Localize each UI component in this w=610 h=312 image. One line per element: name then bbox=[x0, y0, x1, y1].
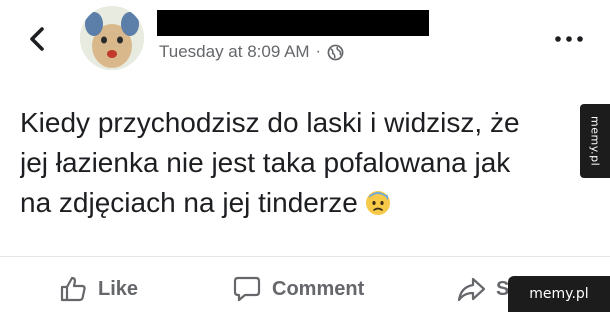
watermark-bottom-text: memy.pl bbox=[529, 286, 589, 302]
share-arrow-icon bbox=[457, 277, 486, 302]
watermark-side-text: memy.pl bbox=[588, 115, 602, 167]
post-text-line-2: jej łazienka nie jest taka pofalowana ja… bbox=[20, 147, 511, 178]
avatar-image bbox=[80, 6, 144, 70]
comment-button[interactable]: Comment bbox=[232, 272, 364, 306]
comment-bubble-icon bbox=[233, 276, 261, 302]
anxious-face-with-sweat-icon bbox=[365, 191, 390, 215]
post-text-line-1: Kiedy przychodzisz do laski i widzisz, ż… bbox=[20, 107, 520, 138]
divider bbox=[0, 256, 610, 257]
back-button[interactable] bbox=[22, 22, 52, 56]
post-text-line-3: na zdjęciach na jej tinderze bbox=[20, 183, 598, 223]
watermark-bottom: memy.pl bbox=[508, 276, 610, 312]
like-label: Like bbox=[98, 277, 139, 300]
share-button[interactable]: Share bbox=[456, 272, 516, 306]
globe-icon[interactable] bbox=[327, 44, 344, 61]
post-text-line-3-content: na zdjęciach na jej tinderze bbox=[20, 187, 358, 218]
watermark-side: memy.pl bbox=[580, 104, 610, 178]
more-horizontal-icon bbox=[555, 36, 583, 42]
redacted-author-name bbox=[157, 10, 429, 36]
thumbs-up-icon bbox=[60, 276, 86, 302]
post-meta: Tuesday at 8:09 AM · bbox=[159, 42, 344, 62]
more-options-button[interactable] bbox=[553, 32, 585, 46]
avatar[interactable] bbox=[80, 6, 144, 70]
comment-label: Comment bbox=[272, 277, 365, 300]
like-button[interactable]: Like bbox=[58, 272, 138, 306]
chevron-left-icon bbox=[30, 27, 44, 51]
meta-separator: · bbox=[315, 43, 321, 60]
post-body: Kiedy przychodzisz do laski i widzisz, ż… bbox=[20, 103, 598, 223]
timestamp[interactable]: Tuesday at 8:09 AM bbox=[159, 42, 310, 62]
